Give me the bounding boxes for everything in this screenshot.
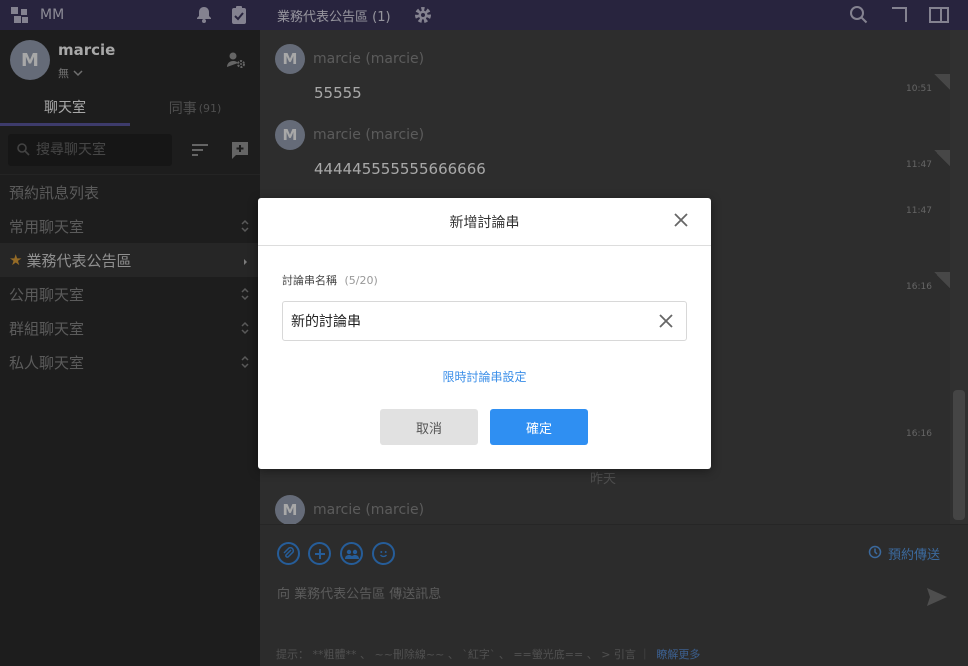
dialog-header: 新增討論串 (258, 198, 711, 246)
new-thread-dialog: 新增討論串 討論串名稱 (5/20) 限時討論串設定 取消 確定 (258, 198, 711, 469)
timed-thread-settings-link[interactable]: 限時討論串設定 (258, 368, 711, 385)
cancel-button[interactable]: 取消 (380, 409, 478, 445)
thread-name-label: 討論串名稱 (5/20) (282, 272, 378, 288)
close-icon[interactable] (673, 212, 689, 232)
thread-name-label-text: 討論串名稱 (282, 274, 337, 287)
character-count: (5/20) (344, 274, 378, 287)
thread-name-input[interactable] (291, 313, 641, 329)
confirm-button[interactable]: 確定 (490, 409, 588, 445)
dialog-title: 新增討論串 (449, 215, 520, 231)
clear-input-icon[interactable] (658, 313, 674, 333)
app-window: MM 業務代表公告區 (1) M marcie 無 聊天室 同事 (91) 搜尋… (0, 0, 968, 666)
thread-name-field (282, 301, 687, 341)
